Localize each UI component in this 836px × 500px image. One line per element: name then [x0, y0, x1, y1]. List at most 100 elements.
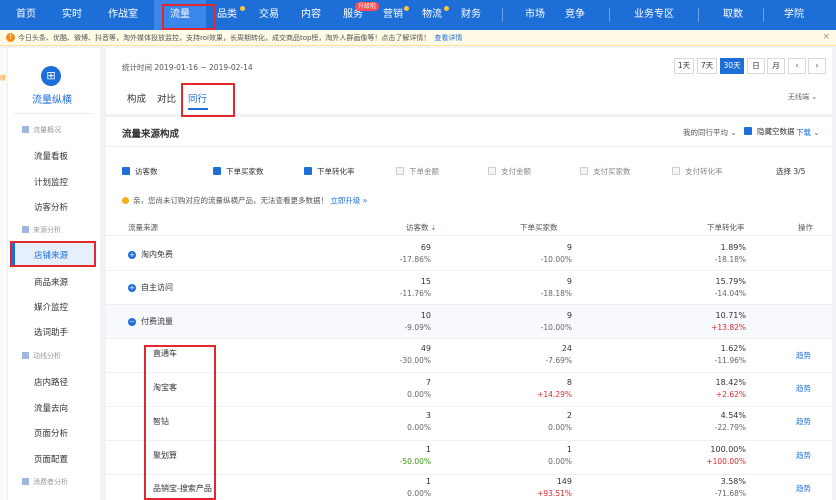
range-1-day-button[interactable]: 1天: [674, 58, 694, 74]
nav-item-business-zone[interactable]: 业务专区: [624, 0, 684, 30]
sidebar-group-source: 来源分析: [22, 225, 61, 235]
sidebar-item-product-source[interactable]: 商品来源: [34, 276, 68, 288]
cell-order-buyers: 9: [566, 277, 572, 286]
trend-link[interactable]: 趋势: [796, 483, 811, 494]
peer-average-select[interactable]: 我的同行平均 ⌄: [683, 127, 737, 138]
sidebar-item-shop-source[interactable]: 店铺来源: [34, 249, 68, 261]
cell-order-buyers-change: -18.18%: [540, 289, 572, 298]
cell-visitors-change: -11.76%: [399, 289, 431, 298]
trend-link[interactable]: 趋势: [796, 350, 811, 361]
nav-separator: [502, 8, 503, 22]
sidebar-item-store-path[interactable]: 店内路径: [34, 376, 68, 388]
checkbox-icon: [213, 167, 221, 175]
metric-checkbox-pay-rate[interactable]: 支付转化率: [672, 166, 723, 177]
cell-order-rate-change: -18.18%: [714, 255, 746, 264]
sidebar-group-path: 动线分析: [22, 351, 61, 361]
trend-link[interactable]: 趋势: [796, 416, 811, 427]
metric-checkbox-pay-amount[interactable]: 支付金额: [488, 166, 531, 177]
sidebar-title: 流量纵横: [32, 95, 72, 106]
metric-checkbox-order-amount[interactable]: 下单金额: [396, 166, 439, 177]
sidebar-item-keyword-helper[interactable]: 选词助手: [34, 326, 68, 338]
metric-checkbox-order-rate[interactable]: 下单转化率: [304, 166, 355, 177]
trend-link[interactable]: 趋势: [796, 383, 811, 394]
metric-checkbox-visitors[interactable]: 访客数: [122, 166, 158, 177]
cell-visitors-change: 0.00%: [407, 423, 431, 432]
expand-icon[interactable]: +: [128, 284, 136, 292]
doc-icon: [22, 226, 29, 233]
download-button[interactable]: 下载 ⌄: [796, 127, 820, 138]
next-period-button[interactable]: ›: [808, 58, 826, 74]
sidebar-item-page-analysis[interactable]: 页面分析: [34, 427, 68, 439]
metric-checkbox-pay-buyers[interactable]: 支付买家数: [580, 166, 631, 177]
tab-composition[interactable]: 构成: [127, 91, 146, 105]
app-root: 首页 实时 作战室 流量 品类 交易 内容 服务 升级啦 营销 物流 财务 市场 …: [0, 0, 836, 500]
sidebar-item-media-monitor[interactable]: 媒介监控: [34, 301, 68, 313]
sidebar-item-traffic-destination[interactable]: 流量去向: [34, 402, 68, 414]
column-header-order-rate[interactable]: 下单转化率: [707, 222, 745, 233]
cell-order-buyers: 24: [561, 344, 572, 353]
notice-detail-link[interactable]: 查看详情: [434, 33, 462, 43]
nav-item-trade[interactable]: 交易: [248, 0, 290, 30]
highlight-box-peer-tab: [181, 83, 235, 117]
nav-item-realtime[interactable]: 实时: [52, 0, 92, 30]
cell-visitors: 1: [425, 445, 431, 454]
row-source-label[interactable]: + 淘内免费: [128, 249, 173, 260]
cell-order-buyers: 8: [566, 378, 572, 387]
column-header-visitors[interactable]: 访客数 ⇣: [406, 222, 436, 233]
range-7-day-button[interactable]: 7天: [697, 58, 717, 74]
nav-item-logistics[interactable]: 物流: [412, 0, 452, 30]
nav-item-market[interactable]: 市场: [515, 0, 555, 30]
hide-empty-checkbox[interactable]: 隐藏空数据: [744, 126, 795, 137]
prev-period-button[interactable]: ‹: [788, 58, 806, 74]
row-source-label[interactable]: − 付费流量: [128, 316, 173, 327]
cell-order-rate-change: -22.79%: [714, 423, 746, 432]
device-select[interactable]: 无线端 ⌄: [788, 92, 817, 102]
expand-icon[interactable]: +: [128, 251, 136, 259]
nav-item-war-room[interactable]: 作战室: [92, 0, 154, 30]
sidebar-item-page-config[interactable]: 页面配置: [34, 453, 68, 465]
selected-count: 选择 3/5: [776, 167, 806, 176]
nav-item-competition[interactable]: 竞争: [555, 0, 595, 30]
notice-text: 今日头条、优酷、微博、抖音等，淘外媒体投放监控，支持roi效果，长周期转化，成交…: [18, 33, 431, 42]
collapse-icon[interactable]: −: [128, 318, 136, 326]
cell-order-rate-change: -11.96%: [714, 356, 746, 365]
column-header-source: 流量来源: [128, 223, 158, 232]
sort-desc-icon: ⇣: [430, 224, 437, 232]
column-header-order-buyers[interactable]: 下单买家数: [520, 222, 558, 233]
trend-link[interactable]: 趋势: [796, 450, 811, 461]
nav-item-academy[interactable]: 学院: [774, 0, 814, 30]
cell-visitors-change: -30.00%: [399, 356, 431, 365]
cell-visitors-change: 0.00%: [407, 489, 431, 498]
checkbox-icon: [304, 167, 312, 175]
sidebar-item-plan-monitor[interactable]: 计划监控: [34, 176, 68, 188]
metric-checkbox-order-buyers[interactable]: 下单买家数: [213, 166, 264, 177]
column-header-action: 操作: [798, 223, 813, 232]
upgrade-link[interactable]: 立即升级 »: [330, 196, 367, 205]
sidebar-item-traffic-board[interactable]: 流量看板: [34, 150, 68, 162]
cell-order-rate-change: +13.82%: [711, 323, 746, 332]
range-day-button[interactable]: 日: [747, 58, 765, 74]
nav-item-content[interactable]: 内容: [290, 0, 332, 30]
highlight-box-traffic: [162, 4, 215, 30]
cell-order-rate: 1.89%: [720, 243, 746, 252]
nav-item-marketing[interactable]: 营销: [374, 0, 412, 30]
nav-item-service[interactable]: 服务 升级啦: [332, 0, 380, 30]
tab-compare[interactable]: 对比: [157, 91, 176, 105]
sidebar-divider: [14, 113, 94, 114]
sidebar-collapse-strip[interactable]: [0, 48, 8, 500]
close-icon[interactable]: ×: [822, 32, 830, 42]
nav-item-home[interactable]: 首页: [0, 0, 52, 30]
row-source-label[interactable]: + 自主访问: [128, 282, 173, 293]
cell-visitors-change: -17.86%: [399, 255, 431, 264]
doc-icon: [22, 126, 29, 133]
cell-order-rate: 3.58%: [720, 477, 746, 486]
range-month-button[interactable]: 月: [767, 58, 785, 74]
top-nav: 首页 实时 作战室 流量 品类 交易 内容 服务 升级啦 营销 物流 财务 市场 …: [0, 0, 836, 30]
nav-item-finance[interactable]: 财务: [452, 0, 490, 30]
cell-order-rate: 4.54%: [720, 411, 746, 420]
range-30-day-button[interactable]: 30天: [720, 58, 744, 74]
sidebar-item-visitor-analysis[interactable]: 访客分析: [34, 201, 68, 213]
cell-order-buyers-change: +14.29%: [537, 390, 572, 399]
cell-order-rate-change: +2.62%: [715, 390, 746, 399]
nav-item-data-fetch[interactable]: 取数: [713, 0, 753, 30]
